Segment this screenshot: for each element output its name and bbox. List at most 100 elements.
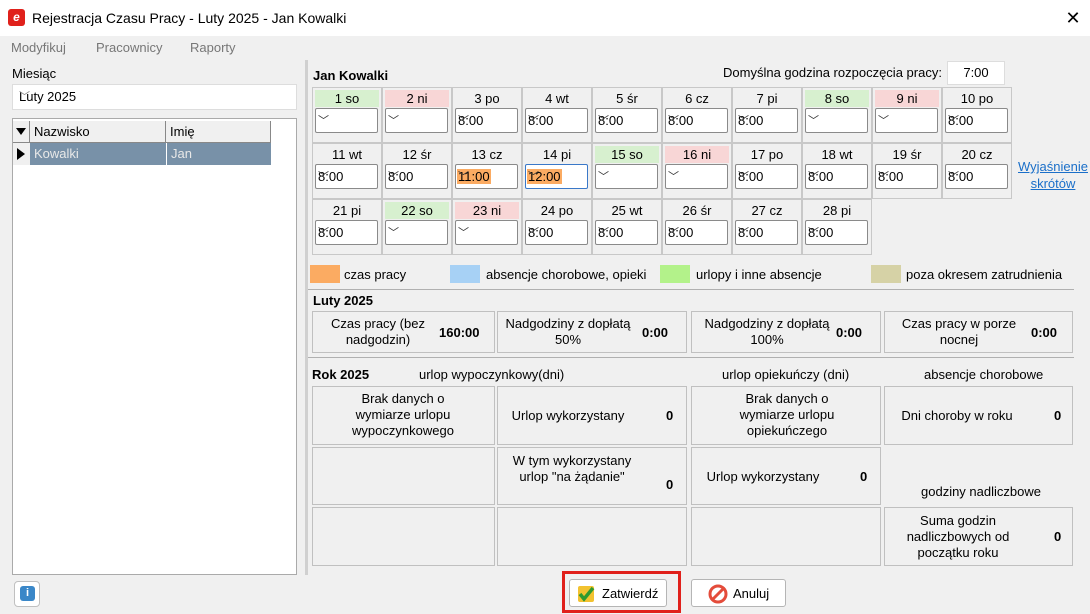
bottom-bar [0, 575, 1090, 614]
window-title: Rejestracja Czasu Pracy - Luty 2025 - Ja… [32, 10, 347, 26]
on-demand-label: W tym wykorzystany urlop "na żądanie" [512, 453, 632, 484]
start-time-select[interactable]: 8:00 ﹀ [385, 164, 448, 189]
leave-used-value: 0 [666, 408, 674, 423]
chevron-down-icon: ﹀ [738, 171, 749, 183]
chevron-down-icon: ﹀ [668, 115, 679, 127]
chevron-down-icon: ﹀ [738, 115, 749, 127]
chevron-down-icon: ﹀ [808, 171, 819, 183]
month-select[interactable]: Luty 2025 ﹀ [12, 84, 297, 110]
employee-name: Jan Kowalki [313, 68, 389, 83]
day-cell: 20 cz 8:00 ﹀ [942, 143, 1012, 199]
chevron-down-icon: ﹀ [738, 227, 749, 239]
checkmark-icon [578, 586, 595, 602]
care-used-label: Urlop wykorzystany [706, 469, 820, 484]
start-time-select[interactable]: 8:00 ﹀ [595, 220, 658, 245]
day-cell: 15 so ﹀ [592, 143, 662, 199]
day-label: 9 ni [875, 90, 939, 107]
start-time-select[interactable]: 8:00 ﹀ [945, 108, 1008, 133]
start-time-select[interactable]: 11:00 ﹀ [455, 164, 518, 189]
day-cell: 3 po 8:00 ﹀ [452, 87, 522, 143]
day-label: 1 so [315, 90, 379, 107]
day-label: 6 cz [685, 91, 709, 106]
start-time-select[interactable]: 8:00 ﹀ [525, 108, 588, 133]
start-time-select[interactable]: 8:00 ﹀ [805, 164, 868, 189]
day-label: 16 ni [665, 146, 729, 163]
day-cell: 4 wt 8:00 ﹀ [522, 87, 592, 143]
table-row[interactable]: Kowalki Jan [13, 143, 271, 165]
start-time-select[interactable]: ﹀ [455, 220, 518, 245]
column-header-nazwisko[interactable]: Nazwisko [30, 121, 166, 143]
start-time-select[interactable]: ﹀ [595, 164, 658, 189]
day-cell: 14 pi 12:00 ﹀ [522, 143, 592, 199]
chevron-down-icon: ﹀ [948, 171, 959, 183]
cancel-button[interactable]: Anuluj [691, 579, 786, 607]
day-label: 24 po [540, 203, 574, 218]
cancel-label: Anuluj [733, 586, 770, 601]
start-time-select[interactable]: ﹀ [385, 220, 448, 245]
legend-swatch-leave [660, 265, 690, 283]
overtime-sum-label: Suma godzin nadliczbowych od początku ro… [906, 513, 1010, 560]
start-time-select[interactable]: 8:00 ﹀ [805, 220, 868, 245]
no-care-data-text: Brak danych o wymiarze urlopu opiekuńcze… [739, 391, 835, 438]
start-time-select[interactable]: 8:00 ﹀ [665, 220, 728, 245]
day-label: 17 po [750, 147, 784, 162]
overtime-header: godziny nadliczbowe [921, 484, 1041, 499]
cell-surname: Kowalki [30, 143, 166, 165]
sick-days-label: Dni choroby w roku [901, 408, 1013, 423]
start-time-select[interactable]: 12:00 ﹀ [525, 164, 588, 189]
day-cell: 9 ni ﹀ [872, 87, 942, 143]
day-cell: 16 ni ﹀ [662, 143, 732, 199]
confirm-button[interactable]: Zatwierdź [569, 579, 667, 607]
no-care-data-box: Brak danych o wymiarze urlopu opiekuńcze… [691, 386, 881, 445]
day-label: 26 śr [682, 203, 712, 218]
sort-arrow-icon[interactable] [13, 121, 30, 143]
overtime50-label: Nadgodziny z dopłatą 50% [505, 316, 631, 347]
help-link-line2: skrótów [1030, 176, 1076, 191]
chevron-down-icon: ﹀ [598, 227, 609, 239]
chevron-down-icon: ﹀ [19, 91, 30, 103]
start-time-select[interactable]: 8:00 ﹀ [315, 164, 378, 189]
night-work-box: Czas pracy w porze nocnej 0:00 [884, 311, 1073, 353]
menu-bar: Modyfikuj Pracownicy Raporty [0, 36, 1090, 60]
day-label: 18 wt [821, 147, 853, 162]
column-header-imie[interactable]: Imię [166, 121, 271, 143]
start-time-select[interactable]: ﹀ [315, 108, 378, 133]
start-time-select[interactable]: 8:00 ﹀ [945, 164, 1008, 189]
menu-pracownicy[interactable]: Pracownicy [96, 40, 162, 55]
overtime100-box: Nadgodziny z dopłatą 100% 0:00 [691, 311, 881, 353]
start-time-select[interactable]: 8:00 ﹀ [735, 108, 798, 133]
help-link-line1: Wyjaśnienie [1018, 159, 1088, 174]
legend: czas pracy absencje chorobowe, opieki ur… [308, 262, 1090, 288]
close-icon[interactable]: ✕ [1060, 6, 1086, 30]
info-button[interactable]: i [14, 581, 40, 607]
chevron-down-icon: ﹀ [948, 115, 959, 127]
default-start-input[interactable]: 7:00 [947, 61, 1005, 85]
employee-grid[interactable]: Nazwisko Imię Kowalki Jan [12, 118, 297, 575]
start-time-select[interactable]: 8:00 ﹀ [315, 220, 378, 245]
start-time-select[interactable]: 8:00 ﹀ [735, 220, 798, 245]
start-time-select[interactable]: ﹀ [805, 108, 868, 133]
day-cell: 28 pi 8:00 ﹀ [802, 199, 872, 255]
menu-modyfikuj[interactable]: Modyfikuj [11, 40, 66, 55]
start-time-select[interactable]: ﹀ [665, 164, 728, 189]
start-time-select[interactable]: 8:00 ﹀ [455, 108, 518, 133]
start-time-select[interactable]: 8:00 ﹀ [875, 164, 938, 189]
day-label: 28 pi [822, 203, 852, 218]
start-time-select[interactable]: 8:00 ﹀ [595, 108, 658, 133]
start-time-select[interactable]: 8:00 ﹀ [735, 164, 798, 189]
chevron-down-icon: ﹀ [668, 171, 679, 183]
chevron-down-icon: ﹀ [458, 115, 469, 127]
menu-raporty[interactable]: Raporty [190, 40, 236, 55]
start-time-select[interactable]: ﹀ [875, 108, 938, 133]
start-time-select[interactable]: 8:00 ﹀ [665, 108, 728, 133]
start-time-select[interactable]: ﹀ [385, 108, 448, 133]
day-label: 27 cz [751, 203, 783, 218]
no-leave-data-text: Brak danych o wymiarze urlopu wypoczynko… [352, 391, 454, 438]
start-time-select[interactable]: 8:00 ﹀ [525, 220, 588, 245]
care-used-value: 0 [860, 469, 868, 484]
leave-used-label: Urlop wykorzystany [511, 408, 625, 423]
day-cell: 8 so ﹀ [802, 87, 872, 143]
help-shortcuts-link[interactable]: Wyjaśnienie skrótów [1016, 158, 1090, 192]
day-cell: 12 śr 8:00 ﹀ [382, 143, 452, 199]
legend-swatch-sick [450, 265, 480, 283]
